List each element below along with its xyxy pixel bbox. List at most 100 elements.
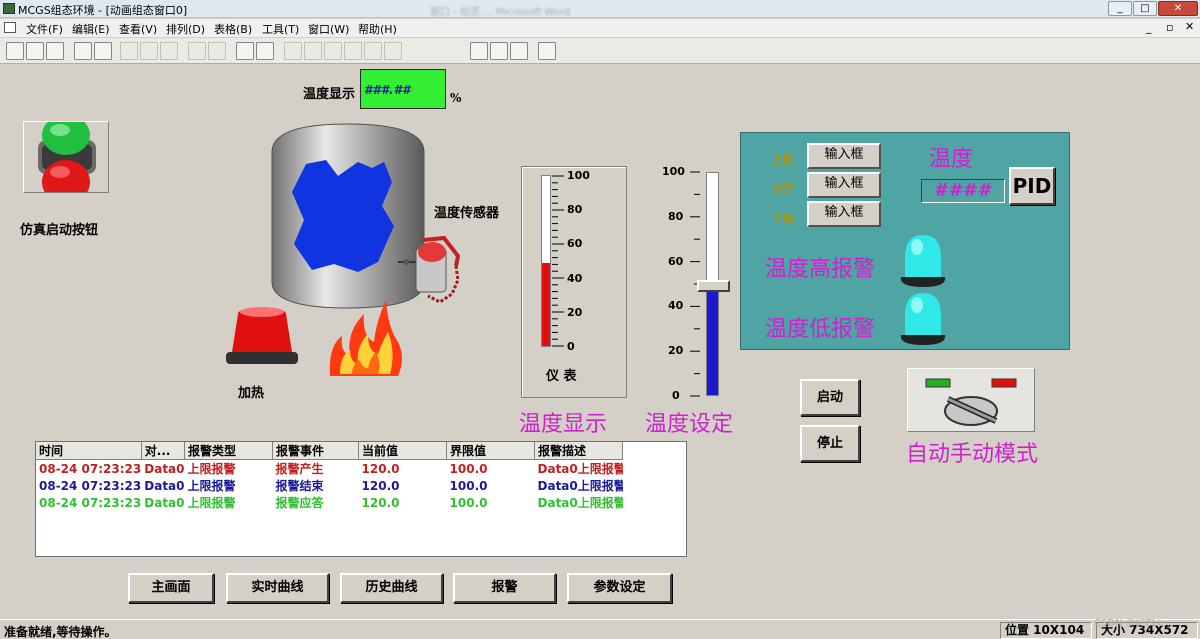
lower-limit-input[interactable]: 输入框 (807, 201, 881, 227)
window-icon[interactable] (256, 42, 274, 60)
menu-bar: 文件(F) 编辑(E) 查看(V) 排列(D) 表格(B) 工具(T) 窗口(W… (0, 19, 1200, 37)
window-title: MCGS组态环境 - [动画组态窗口0] (18, 4, 188, 17)
cut-icon[interactable] (120, 42, 138, 60)
minimize-button[interactable]: _ (1108, 1, 1132, 16)
upper-limit-input[interactable]: 输入框 (807, 143, 881, 169)
save-icon[interactable] (46, 42, 64, 60)
nav-alarm-button[interactable]: 报警 (453, 573, 556, 603)
menu-edit[interactable]: 编辑(E) (72, 21, 110, 37)
pid-button[interactable]: PID (1009, 167, 1055, 205)
copy-icon[interactable] (140, 42, 158, 60)
cell-time: 08-24 07:23:23 (39, 495, 142, 510)
print-icon[interactable] (74, 42, 92, 60)
start-sim-button[interactable] (23, 115, 109, 204)
col-object[interactable]: 对... (141, 442, 186, 460)
fire-icon (329, 300, 402, 376)
slider-fill (707, 286, 718, 395)
setpoint-label: 设定 (771, 182, 796, 196)
pid-temp-title: 温度 (929, 147, 974, 172)
slider-tick-60: 60 (668, 255, 684, 268)
menu-file[interactable]: 文件(F) (26, 21, 63, 37)
redo-icon[interactable] (208, 42, 226, 60)
lower-limit-label: 下限 (771, 212, 796, 226)
cell-desc: Data0上限报警 (537, 462, 623, 476)
menu-arrange[interactable]: 排列(D) (166, 21, 205, 37)
cell-object: Data0 (144, 495, 185, 510)
cell-current: 120.0 (361, 495, 400, 510)
slider-tick-0: 0 (672, 389, 680, 402)
low-alarm-lamp (900, 293, 946, 345)
help-icon[interactable] (538, 42, 556, 60)
title-bar: MCGS组态环境 - [动画组态窗口0] 窗口 - 组态 ... Microso… (0, 0, 1200, 18)
check-icon[interactable] (490, 42, 508, 60)
col-time[interactable]: 时间 (36, 442, 142, 460)
print-preview-icon[interactable] (94, 42, 112, 60)
nav-main-button[interactable]: 主画面 (128, 573, 214, 603)
heater-label: 加热 (238, 386, 265, 401)
col-description[interactable]: 报警描述 (534, 442, 624, 460)
mdi-restore-button[interactable]: ▫ (1166, 21, 1173, 34)
config-icon[interactable] (470, 42, 488, 60)
cell-type: 上限报警 (187, 479, 236, 493)
status-message: 准备就绪,等待操作。 (4, 625, 117, 639)
format-icon[interactable] (384, 42, 402, 60)
temp-display-caption: 温度显示 (519, 412, 608, 437)
menu-table[interactable]: 表格(B) (214, 21, 252, 37)
paste-icon[interactable] (160, 42, 178, 60)
col-alarm-event[interactable]: 报警事件 (272, 442, 360, 460)
pid-panel: 上限 设定 下限 输入框 输入框 输入框 温度 #### PID 温度高报警 温… (740, 132, 1070, 350)
nav-parameter-button[interactable]: 参数设定 (567, 573, 672, 603)
mode-switch[interactable] (907, 368, 1035, 432)
font-icon[interactable] (344, 42, 362, 60)
cell-limit: 100.0 (449, 461, 488, 476)
menu-view[interactable]: 查看(V) (119, 21, 157, 37)
cell-current: 120.0 (361, 461, 400, 476)
table-row[interactable]: 08-24 07:23:23 Data0 上限报警 报警产生 120.0 100… (36, 460, 623, 478)
maximize-button[interactable]: □ (1133, 1, 1157, 16)
slider-tick-40: 40 (668, 299, 684, 312)
setpoint-input[interactable]: 输入框 (807, 172, 881, 198)
nav-history-curve-button[interactable]: 历史曲线 (340, 573, 443, 603)
slider-tick-80: 80 (668, 210, 684, 223)
doc-icon[interactable] (4, 22, 16, 33)
start-button[interactable]: 启动 (800, 379, 860, 416)
gauge-tick-0: 0 (567, 340, 575, 353)
tools-icon[interactable] (236, 42, 254, 60)
cell-object: Data0 (144, 478, 185, 493)
gauge-tick-80: 80 (567, 203, 583, 216)
table-row[interactable]: 08-24 07:23:23 Data0 上限报警 报警结束 120.0 100… (36, 477, 623, 494)
menu-help[interactable]: 帮助(H) (358, 21, 397, 37)
toolbar (0, 38, 1200, 64)
cell-event: 报警应答 (275, 496, 324, 510)
dict-icon[interactable] (324, 42, 342, 60)
menu-window[interactable]: 窗口(W) (308, 21, 349, 37)
stop-button[interactable]: 停止 (800, 425, 860, 462)
undo-icon[interactable] (188, 42, 206, 60)
app-icon (3, 3, 15, 14)
high-alarm-lamp (900, 235, 946, 287)
col-alarm-type[interactable]: 报警类型 (184, 442, 274, 460)
background-window-title: 窗口 - 组态 ... Microsoft Word (430, 7, 571, 18)
cell-desc: Data0上限报警 (537, 496, 623, 510)
table-row[interactable]: 08-24 07:23:23 Data0 上限报警 报警应答 120.0 100… (36, 494, 623, 511)
slider-thumb[interactable] (697, 280, 730, 292)
open-icon[interactable] (26, 42, 44, 60)
close-button[interactable]: ✕ (1158, 1, 1198, 16)
property-icon[interactable] (284, 42, 302, 60)
col-current-value[interactable]: 当前值 (358, 442, 448, 460)
slider-tick-100: 100 (662, 165, 685, 178)
new-icon[interactable] (6, 42, 24, 60)
cell-limit: 100.0 (449, 478, 488, 493)
temp-setting-caption: 温度设定 (645, 412, 734, 437)
nav-realtime-curve-button[interactable]: 实时曲线 (226, 573, 329, 603)
script-icon[interactable] (304, 42, 322, 60)
watermark: CSDN @ICELe... (1094, 618, 1174, 629)
col-limit-value[interactable]: 界限值 (446, 442, 536, 460)
menu-tools[interactable]: 工具(T) (262, 21, 299, 37)
run-icon[interactable] (510, 42, 528, 60)
align-icon[interactable] (364, 42, 382, 60)
mdi-close-button[interactable]: ✕ (1185, 20, 1194, 33)
temp-display-value: ###.## (364, 83, 411, 97)
gauge-tick-20: 20 (567, 306, 583, 319)
mdi-minimize-button[interactable]: _ (1146, 21, 1152, 34)
